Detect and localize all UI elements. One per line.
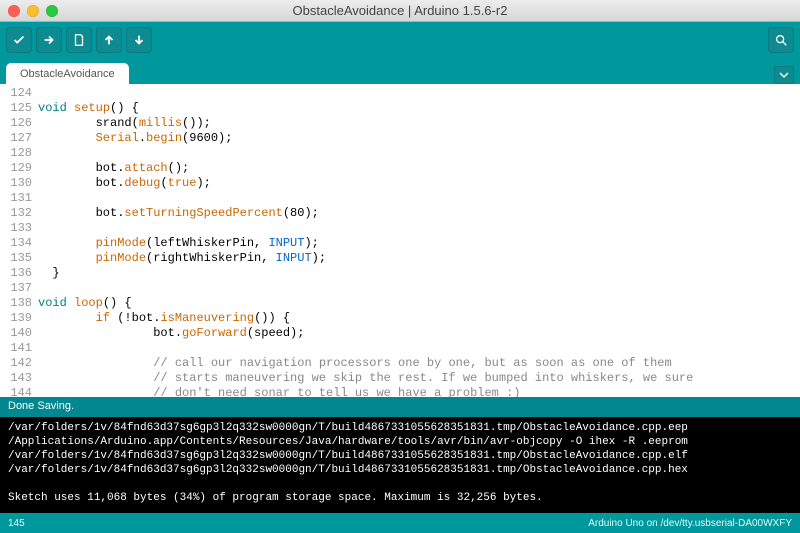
- file-icon: [72, 33, 86, 47]
- tab-sketch[interactable]: ObstacleAvoidance: [6, 63, 129, 84]
- code-line[interactable]: pinMode(rightWhiskerPin, INPUT);: [38, 251, 800, 266]
- code-line[interactable]: // starts maneuvering we skip the rest. …: [38, 371, 800, 386]
- code-line[interactable]: bot.attach();: [38, 161, 800, 176]
- code-line[interactable]: [38, 281, 800, 296]
- upload-button[interactable]: [36, 27, 62, 53]
- code-line[interactable]: // call our navigation processors one by…: [38, 356, 800, 371]
- code-line[interactable]: // don't need sonar to tell us we have a…: [38, 386, 800, 397]
- line-gutter: 1241251261271281291301311321331341351361…: [0, 84, 38, 397]
- arrow-up-icon: [102, 33, 116, 47]
- code-line[interactable]: [38, 221, 800, 236]
- code-line[interactable]: }: [38, 266, 800, 281]
- window-titlebar: ObstacleAvoidance | Arduino 1.5.6-r2: [0, 0, 800, 22]
- code-area[interactable]: void setup() { srand(millis()); Serial.b…: [38, 84, 800, 397]
- window-title: ObstacleAvoidance | Arduino 1.5.6-r2: [0, 3, 800, 18]
- serial-monitor-button[interactable]: [768, 27, 794, 53]
- code-line[interactable]: [38, 191, 800, 206]
- save-button[interactable]: [126, 27, 152, 53]
- code-line[interactable]: bot.goForward(speed);: [38, 326, 800, 341]
- code-line[interactable]: srand(millis());: [38, 116, 800, 131]
- toolbar: [0, 22, 800, 58]
- close-button[interactable]: [8, 5, 20, 17]
- code-line[interactable]: bot.setTurningSpeedPercent(80);: [38, 206, 800, 221]
- cursor-line: 145: [8, 518, 25, 529]
- zoom-button[interactable]: [46, 5, 58, 17]
- check-icon: [12, 33, 26, 47]
- minimize-button[interactable]: [27, 5, 39, 17]
- code-line[interactable]: void loop() {: [38, 296, 800, 311]
- code-line[interactable]: [38, 86, 800, 101]
- arrow-right-icon: [42, 33, 56, 47]
- open-button[interactable]: [96, 27, 122, 53]
- status-bar: Done Saving.: [0, 397, 800, 417]
- tab-menu-button[interactable]: [774, 66, 794, 84]
- new-button[interactable]: [66, 27, 92, 53]
- code-line[interactable]: [38, 341, 800, 356]
- code-line[interactable]: bot.debug(true);: [38, 176, 800, 191]
- chevron-down-icon: [779, 70, 789, 80]
- code-editor[interactable]: 1241251261271281291301311321331341351361…: [0, 84, 800, 397]
- verify-button[interactable]: [6, 27, 32, 53]
- code-line[interactable]: Serial.begin(9600);: [38, 131, 800, 146]
- code-line[interactable]: void setup() {: [38, 101, 800, 116]
- tab-bar: ObstacleAvoidance: [0, 58, 800, 84]
- board-info: Arduino Uno on /dev/tty.usbserial-DA00WX…: [588, 518, 792, 529]
- window-controls: [0, 5, 58, 17]
- footer-bar: 145 Arduino Uno on /dev/tty.usbserial-DA…: [0, 513, 800, 533]
- code-line[interactable]: if (!bot.isManeuvering()) {: [38, 311, 800, 326]
- code-line[interactable]: [38, 146, 800, 161]
- code-line[interactable]: pinMode(leftWhiskerPin, INPUT);: [38, 236, 800, 251]
- console-output[interactable]: /var/folders/1v/84fnd63d37sg6gp3l2q332sw…: [0, 417, 800, 513]
- status-text: Done Saving.: [8, 400, 74, 412]
- arrow-down-icon: [132, 33, 146, 47]
- magnifier-icon: [774, 33, 788, 47]
